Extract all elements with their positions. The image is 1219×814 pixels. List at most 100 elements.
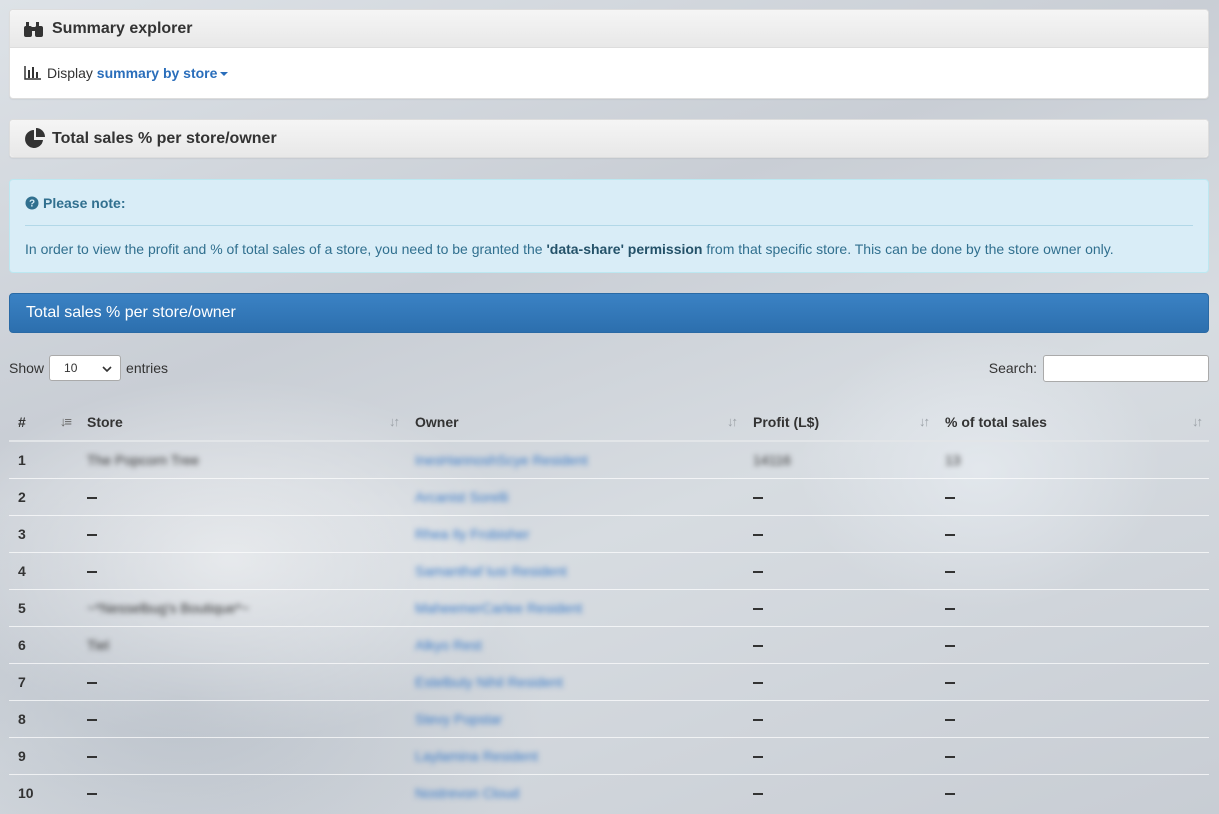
empty-dash <box>87 571 97 574</box>
empty-dash <box>87 682 97 685</box>
cell-owner[interactable]: Arcanist Sorelli <box>406 478 744 516</box>
empty-dash <box>753 571 763 574</box>
empty-dash <box>87 719 97 722</box>
note-text-before: In order to view the profit and % of tot… <box>25 241 547 257</box>
cell-owner-text: Rhea Ily Frobisher <box>415 526 530 542</box>
cell-store <box>78 478 406 516</box>
cell-percent <box>936 663 1209 701</box>
summary-explorer-title: Summary explorer <box>52 19 193 37</box>
empty-dash <box>945 534 955 537</box>
cell-owner[interactable]: InesHannoshScye Resident <box>406 441 744 479</box>
sort-icon: ↓↑ <box>389 414 400 429</box>
empty-dash <box>753 645 763 648</box>
summary-explorer-body: Display summary by store <box>10 48 1208 98</box>
cell-number-text: 8 <box>18 711 26 727</box>
cell-store-text: The Popcorn Tree <box>87 452 200 468</box>
cell-percent <box>936 626 1209 664</box>
sales-percent-panel[interactable]: Total sales % per store/owner <box>9 119 1209 158</box>
cell-number: 8 <box>9 700 78 738</box>
table-controls: Show 10 entries Search: <box>9 333 1209 403</box>
empty-dash <box>945 682 955 685</box>
page-size-value: 10 <box>64 361 78 375</box>
cell-number: 6 <box>9 626 78 664</box>
empty-dash <box>753 608 763 611</box>
note-permission: 'data-share' permission <box>546 241 703 257</box>
cell-store <box>78 700 406 738</box>
cell-owner[interactable]: Samanthaf lusi Resident <box>406 552 744 590</box>
note-text: In order to view the profit and % of tot… <box>25 226 1193 257</box>
cell-owner-text: Alkyo Rest <box>415 637 482 653</box>
col-header-owner-label: Owner <box>415 413 459 430</box>
sales-table: # ↓≡ Store ↓↑ Owner ↓↑ Profit (L$) ↓↑ % of t… <box>9 403 1209 811</box>
empty-dash <box>87 534 97 537</box>
bar-chart-icon <box>24 66 42 80</box>
sales-percent-title: Total sales % per store/owner <box>52 129 277 147</box>
cell-store <box>78 737 406 775</box>
page-length-control: Show 10 entries <box>9 355 168 381</box>
cell-store <box>78 552 406 590</box>
cell-number: 1 <box>9 441 78 479</box>
col-header-number[interactable]: # ↓≡ <box>9 403 78 442</box>
table-title-bar: Total sales % per store/owner <box>9 293 1209 333</box>
empty-dash <box>753 534 763 537</box>
note-alert: ? Please note: In order to view the prof… <box>9 179 1209 273</box>
cell-number-text: 7 <box>18 674 26 690</box>
sort-icon: ↓↑ <box>1192 414 1203 429</box>
empty-dash <box>945 571 955 574</box>
cell-owner-text: InesHannoshScye Resident <box>415 452 588 468</box>
display-dropdown[interactable]: summary by store <box>97 65 229 81</box>
col-header-store[interactable]: Store ↓↑ <box>78 403 406 442</box>
cell-owner-text: Arcanist Sorelli <box>415 489 509 505</box>
cell-store <box>78 663 406 701</box>
question-circle-icon: ? <box>25 196 39 210</box>
cell-owner[interactable]: Stevy Popstar <box>406 700 744 738</box>
svg-text:?: ? <box>29 198 35 209</box>
search-control: Search: <box>989 354 1209 382</box>
page-size-select[interactable]: 10 <box>49 355 122 381</box>
cell-owner-text: Samanthaf lusi Resident <box>415 563 567 579</box>
cell-owner[interactable]: Alkyo Rest <box>406 626 744 664</box>
cell-owner-text: Laylamina Resident <box>415 748 538 764</box>
cell-store-text: ~*Nesselbug's Boutique*~ <box>87 600 250 616</box>
cell-owner[interactable]: Rhea Ily Frobisher <box>406 515 744 553</box>
col-header-profit[interactable]: Profit (L$) ↓↑ <box>744 403 936 442</box>
empty-dash <box>753 793 763 796</box>
col-header-profit-label: Profit (L$) <box>753 413 820 430</box>
cell-owner-text: Stevy Popstar <box>415 711 503 727</box>
page-content: Summary explorer Display summary by stor… <box>9 9 1209 811</box>
cell-percent <box>936 700 1209 738</box>
cell-owner[interactable]: MaheemerCarlee Resident <box>406 589 744 627</box>
cell-number: 7 <box>9 663 78 701</box>
cell-number-text: 10 <box>18 785 34 801</box>
cell-number: 9 <box>9 737 78 775</box>
col-header-percent[interactable]: % of total sales ↓↑ <box>936 403 1209 442</box>
cell-number-text: 5 <box>18 600 26 616</box>
col-header-owner[interactable]: Owner ↓↑ <box>406 403 744 442</box>
cell-owner[interactable]: Estelbuty Nihil Resident <box>406 663 744 701</box>
table-row: 5 ~*Nesselbug's Boutique*~ MaheemerCarlee … <box>9 589 1209 627</box>
cell-store <box>78 774 406 811</box>
sort-icon: ↓↑ <box>727 414 738 429</box>
table-row: 8 Stevy Popstar <box>9 700 1209 738</box>
chevron-down-icon <box>102 361 112 375</box>
col-header-percent-label: % of total sales <box>945 413 1047 430</box>
table-row: 6 Tiel Alkyo Rest <box>9 626 1209 664</box>
cell-profit-text: 14116 <box>753 452 791 468</box>
sales-percent-header[interactable]: Total sales % per store/owner <box>10 120 1208 157</box>
cell-profit <box>744 774 936 811</box>
table-row: 2 Arcanist Sorelli <box>9 478 1209 516</box>
cell-percent-text: 13 <box>945 452 961 468</box>
search-input[interactable] <box>1043 354 1209 382</box>
cell-number-text: 1 <box>18 452 26 468</box>
cell-owner-text: Nostrevon Cloud <box>415 785 520 801</box>
empty-dash <box>87 793 97 796</box>
cell-owner-text: Estelbuty Nihil Resident <box>415 674 563 690</box>
empty-dash <box>87 756 97 759</box>
cell-number: 5 <box>9 589 78 627</box>
cell-percent <box>936 589 1209 627</box>
cell-owner[interactable]: Laylamina Resident <box>406 737 744 775</box>
cell-number: 2 <box>9 478 78 516</box>
cell-owner[interactable]: Nostrevon Cloud <box>406 774 744 811</box>
cell-number-text: 3 <box>18 526 26 542</box>
caret-down-icon <box>220 72 229 77</box>
